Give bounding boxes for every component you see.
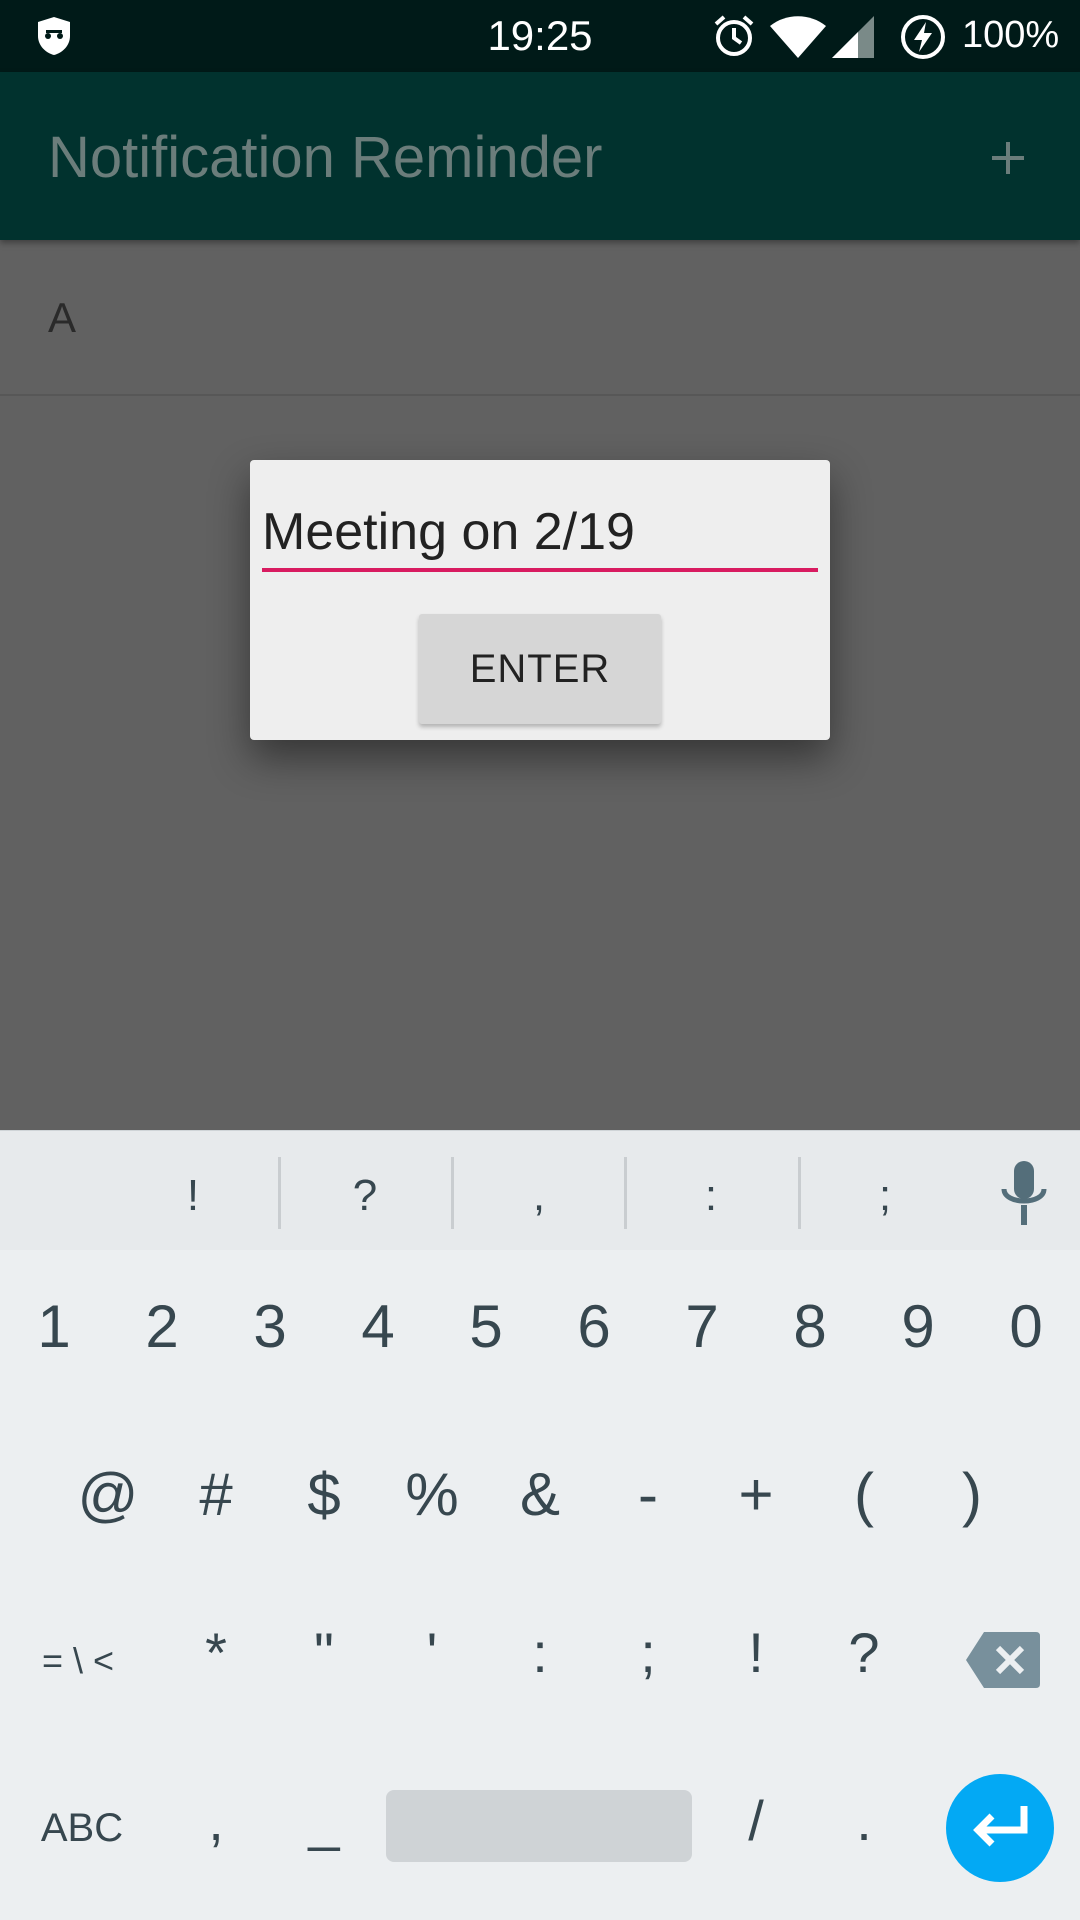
key[interactable]: 1 — [4, 1292, 104, 1361]
key[interactable]: ! — [706, 1620, 806, 1685]
battery-percent: 100% — [962, 14, 1060, 56]
key[interactable]: 7 — [652, 1292, 752, 1361]
list-item-label: A — [48, 294, 77, 341]
microphone-icon[interactable] — [998, 1159, 1050, 1229]
key[interactable]: % — [382, 1460, 482, 1529]
status-bar: 19:25 100% — [0, 0, 1080, 72]
key[interactable]: 2 — [112, 1292, 212, 1361]
key[interactable]: $ — [274, 1460, 374, 1529]
suggestion-strip: ! ? , : ; — [0, 1130, 1080, 1250]
suggestion-item[interactable]: ! — [143, 1171, 243, 1221]
backspace-icon[interactable] — [966, 1632, 1040, 1688]
suggestion-item[interactable]: ; — [835, 1171, 935, 1221]
suggestion-divider — [451, 1157, 454, 1229]
suggestion-divider — [278, 1157, 281, 1229]
abc-key[interactable]: ABC — [22, 1806, 142, 1851]
key[interactable]: 8 — [760, 1292, 860, 1361]
soft-keyboard: ! ? , : ; 1 2 3 4 5 6 7 8 9 0 @ # $ % & … — [0, 1130, 1080, 1920]
charging-icon — [901, 15, 945, 59]
key[interactable]: ( — [814, 1460, 914, 1529]
suggestion-item[interactable]: ? — [315, 1171, 415, 1221]
key[interactable]: & — [490, 1460, 590, 1529]
key[interactable]: 5 — [436, 1292, 536, 1361]
key[interactable]: / — [706, 1788, 806, 1853]
list-item[interactable]: A — [0, 240, 1080, 396]
key[interactable]: + — [706, 1460, 806, 1529]
alarm-icon — [714, 15, 754, 56]
key[interactable]: " — [274, 1620, 374, 1685]
app-bar: Notification Reminder — [0, 72, 1080, 240]
key[interactable]: 4 — [328, 1292, 428, 1361]
reminder-dialog: ENTER — [250, 460, 830, 740]
key[interactable]: 9 — [868, 1292, 968, 1361]
key[interactable]: ; — [598, 1620, 698, 1685]
return-arrow-icon — [973, 1806, 1028, 1847]
key[interactable]: . — [814, 1788, 914, 1853]
wifi-icon — [770, 16, 826, 58]
app-title: Notification Reminder — [48, 125, 603, 190]
suggestion-item[interactable]: : — [661, 1171, 761, 1221]
reminder-text-input[interactable] — [262, 496, 818, 572]
more-symbols-key[interactable]: = \ < — [18, 1640, 138, 1682]
suggestion-divider — [798, 1157, 801, 1229]
key[interactable]: ) — [922, 1460, 1022, 1529]
suggestion-divider — [624, 1157, 627, 1229]
key[interactable]: , — [166, 1788, 266, 1853]
key[interactable]: ? — [814, 1620, 914, 1685]
suggestion-item[interactable]: , — [489, 1171, 589, 1221]
key[interactable]: # — [166, 1460, 266, 1529]
key[interactable]: @ — [58, 1460, 158, 1529]
enter-button[interactable]: ENTER — [419, 614, 661, 724]
signal-icon — [832, 16, 874, 58]
key[interactable]: * — [166, 1620, 266, 1685]
key[interactable]: 6 — [544, 1292, 644, 1361]
space-key[interactable] — [386, 1790, 692, 1862]
key[interactable]: ' — [382, 1620, 482, 1685]
enter-key[interactable] — [946, 1774, 1054, 1882]
key[interactable]: - — [598, 1460, 698, 1529]
key[interactable]: 3 — [220, 1292, 320, 1361]
key[interactable]: : — [490, 1620, 590, 1685]
key[interactable]: 0 — [976, 1292, 1076, 1361]
key[interactable]: _ — [274, 1788, 374, 1853]
add-icon[interactable] — [980, 130, 1036, 186]
